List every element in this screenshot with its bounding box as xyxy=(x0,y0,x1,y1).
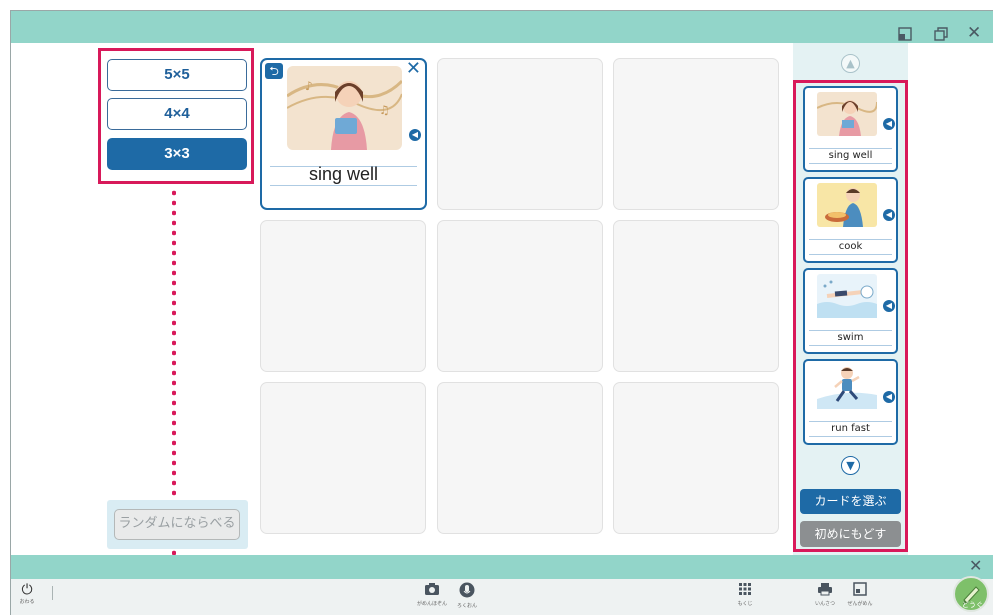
card-list-label: sing well xyxy=(828,150,873,161)
card-list-label: swim xyxy=(837,332,864,343)
fullscreen-button[interactable]: ぜんがめん xyxy=(845,582,875,608)
fullscreen-icon xyxy=(845,582,875,600)
tools-button[interactable]: どうぐ xyxy=(953,576,989,612)
boy-cooking-illustration xyxy=(817,183,877,227)
card-list-item[interactable]: ◀ cook xyxy=(803,177,898,263)
tools-label: どうぐ xyxy=(962,601,983,609)
toolbar-divider xyxy=(52,586,53,600)
svg-text:♪: ♪ xyxy=(305,79,313,93)
card-list-item[interactable]: ◀ run fast xyxy=(803,359,898,445)
quit-label: おわる xyxy=(19,599,35,605)
board-slot[interactable] xyxy=(437,382,603,534)
flip-icon[interactable]: ⮌ xyxy=(265,63,283,79)
panel-close-icon[interactable]: ✕ xyxy=(969,556,982,575)
contents-label: もくじ xyxy=(737,601,753,607)
fullscreen-label: ぜんがめん xyxy=(847,601,873,607)
title-bar xyxy=(11,11,993,43)
callout-dotted-line-left xyxy=(172,188,176,615)
record-label: ろくおん xyxy=(456,603,477,609)
speaker-icon[interactable]: ◀ xyxy=(883,209,895,221)
girl-singing-illustration: ♪ ♫ xyxy=(287,66,402,150)
card-list-label: run fast xyxy=(831,423,870,434)
random-button-panel: ランダムにならべる xyxy=(107,500,248,549)
svg-text:♫: ♫ xyxy=(379,103,390,117)
bottom-strip xyxy=(11,555,993,579)
quit-button[interactable]: ⏻ おわる xyxy=(12,582,42,606)
microphone-icon xyxy=(452,582,482,602)
speaker-icon[interactable]: ◀ xyxy=(883,118,895,130)
print-label: いんさつ xyxy=(814,601,835,607)
print-button[interactable]: いんさつ xyxy=(810,582,840,608)
speaker-icon[interactable]: ◀ xyxy=(409,129,421,141)
board-slot[interactable] xyxy=(613,58,779,210)
screen-save-button[interactable]: がめんほぞん xyxy=(417,582,447,608)
girl-singing-illustration xyxy=(817,92,877,136)
card-list-label: cook xyxy=(838,241,863,252)
random-arrange-button[interactable]: ランダムにならべる xyxy=(114,509,240,540)
contents-button[interactable]: もくじ xyxy=(730,582,760,608)
record-button[interactable]: ろくおん xyxy=(452,582,482,610)
reset-button[interactable]: 初めにもどす xyxy=(800,521,901,547)
board-slot[interactable] xyxy=(437,220,603,372)
boy-running-illustration xyxy=(817,365,877,409)
board-slot[interactable] xyxy=(613,382,779,534)
printer-icon xyxy=(810,582,840,600)
board-slot[interactable] xyxy=(613,220,779,372)
grid-4x4-button[interactable]: 4×4 xyxy=(107,98,247,130)
choose-cards-button[interactable]: カードを選ぶ xyxy=(800,489,901,514)
scroll-down-icon[interactable]: ▼ xyxy=(841,456,860,475)
grid-menu-icon xyxy=(730,582,760,600)
restore-icon[interactable] xyxy=(934,27,948,44)
placed-card[interactable]: ⮌ ✕ ♪ ♫ ◀ sing well xyxy=(260,58,427,210)
speaker-icon[interactable]: ◀ xyxy=(883,391,895,403)
board-slot[interactable] xyxy=(437,58,603,210)
speaker-icon[interactable]: ◀ xyxy=(883,300,895,312)
grid-5x5-button[interactable]: 5×5 xyxy=(107,59,247,91)
close-icon[interactable]: ✕ xyxy=(967,25,981,42)
scroll-up-icon[interactable]: ▲ xyxy=(841,54,860,73)
person-swimming-illustration xyxy=(817,274,877,318)
card-list-item[interactable]: ◀ sing well xyxy=(803,86,898,172)
card-list-item[interactable]: ◀ swim xyxy=(803,268,898,354)
board-slot[interactable] xyxy=(260,382,426,534)
card-word: sing well xyxy=(308,164,379,184)
minimize-icon[interactable] xyxy=(898,27,912,44)
power-icon: ⏻ xyxy=(21,582,33,598)
camera-label: がめんほぞん xyxy=(417,601,448,607)
board-slot[interactable] xyxy=(260,220,426,372)
camera-icon xyxy=(417,582,447,600)
card-close-icon[interactable]: ✕ xyxy=(406,59,421,79)
grid-3x3-button[interactable]: 3×3 xyxy=(107,138,247,170)
